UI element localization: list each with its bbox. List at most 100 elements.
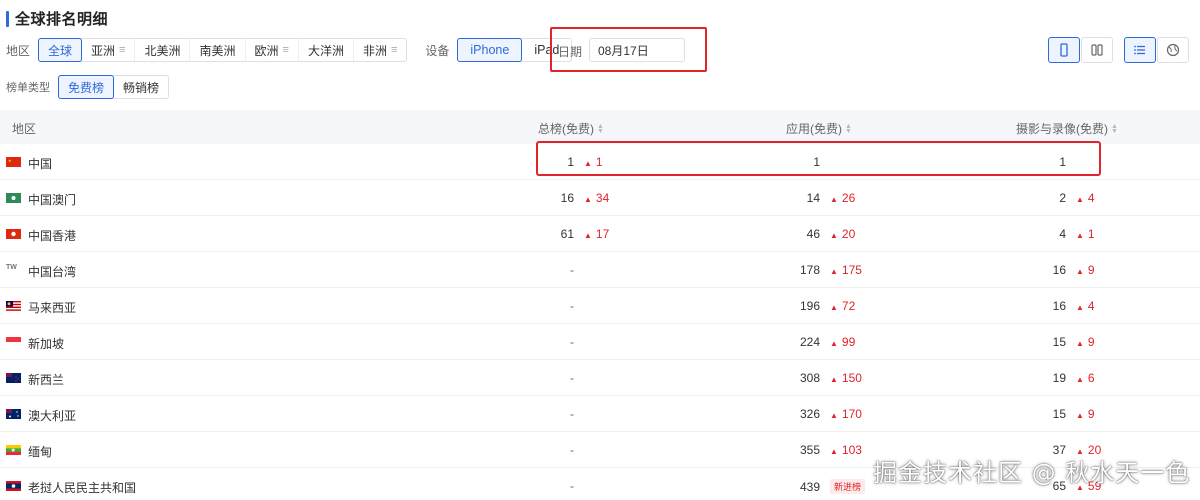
flag-icon: TW <box>6 264 17 271</box>
table-row[interactable]: 新西兰 - 308 ▲ 150 19 ▲ 6 <box>0 360 1200 396</box>
rank-change: ▲ 20 <box>830 227 856 241</box>
list-view-button[interactable] <box>1124 37 1156 63</box>
up-arrow-icon: ▲ <box>830 303 838 312</box>
split-view-button[interactable] <box>1081 37 1113 63</box>
watermark: 掘金技术社区 @ 秋水天一色 <box>873 459 1191 487</box>
region-name: 中国台湾 <box>28 265 77 279</box>
svg-text:★: ★ <box>8 158 12 163</box>
menu-icon[interactable]: ≡ <box>119 44 125 56</box>
rank-value: - <box>570 263 574 277</box>
map-view-button[interactable] <box>1157 37 1189 63</box>
phone-icon <box>1060 43 1068 57</box>
rank-cell: 1 ▲ 1 <box>534 155 602 169</box>
device-option[interactable]: iPhone <box>457 38 523 62</box>
up-arrow-icon: ▲ <box>830 231 838 240</box>
table-row[interactable]: 新加坡 - 224 ▲ 99 15 ▲ 9 <box>0 324 1200 360</box>
rank-value: 4 <box>1059 227 1066 241</box>
column-header-photo[interactable]: 摄影与录像(免费) ▲ ▼ <box>1016 120 1118 137</box>
page-title: 全球排名明细 <box>15 11 109 28</box>
rank-value: 196 <box>799 299 820 313</box>
up-arrow-icon: ▲ <box>830 195 838 204</box>
rank-change: ▲ 72 <box>830 299 856 313</box>
flag-icon <box>6 229 21 239</box>
region-device-filter-row: 地区 全球 亚洲 ≡ 北美洲 南美洲 欧洲 ≡ 大洋洲 非洲 ≡ 设备 iPhone iPad <box>6 38 573 62</box>
menu-icon[interactable]: ≡ <box>391 44 397 56</box>
columns-icon <box>1091 44 1103 56</box>
table-row[interactable]: TW 中国台湾 - 178 ▲ 175 16 ▲ 9 <box>0 252 1200 288</box>
rank-value: 16 <box>1052 299 1066 313</box>
list-icon <box>1134 45 1145 55</box>
rank-change: ▲ 17 <box>584 227 610 241</box>
region-name: 中国澳门 <box>28 193 77 207</box>
region-option[interactable]: 亚洲 ≡ <box>81 39 134 61</box>
sort-icon[interactable]: ▲ ▼ <box>1111 123 1118 135</box>
flag-icon <box>6 193 21 203</box>
rank-cell: - <box>534 371 574 385</box>
region-option[interactable]: 非洲 ≡ <box>352 39 406 61</box>
list-type-option[interactable]: 免费榜 <box>58 75 115 99</box>
list-type-label: 榜单类型 <box>6 82 50 94</box>
rank-value: 439 <box>799 479 820 494</box>
up-arrow-icon: ▲ <box>584 159 592 168</box>
up-arrow-icon: ▲ <box>584 231 592 240</box>
rank-cell: 196 ▲ 72 <box>780 299 855 313</box>
region-option[interactable]: 欧洲 ≡ <box>244 39 298 61</box>
flag-icon <box>6 409 21 419</box>
region-option[interactable]: 北美洲 <box>134 39 189 61</box>
table-row[interactable]: ★ 中国 1 ▲ 1 1 1 <box>0 144 1200 180</box>
rank-cell: - <box>534 443 574 457</box>
region-option-label: 大洋洲 <box>307 43 344 58</box>
rank-value: 16 <box>560 191 574 205</box>
flag-icon <box>6 481 21 491</box>
svg-text:★: ★ <box>11 447 16 454</box>
region-option[interactable]: 大洋洲 <box>297 39 353 61</box>
rank-change: ▲ 9 <box>1076 263 1095 277</box>
table-row[interactable]: 中国香港 61 ▲ 17 46 ▲ 20 4 ▲ 1 <box>0 216 1200 252</box>
rank-change: ▲ 170 <box>830 407 862 421</box>
rank-cell: - <box>534 407 574 421</box>
sort-icon[interactable]: ▲ ▼ <box>845 123 852 135</box>
rank-change: ▲ 1 <box>1076 227 1095 241</box>
rank-change: ▲ 9 <box>1076 407 1095 421</box>
column-header-total[interactable]: 总榜(免费) ▲ ▼ <box>538 120 604 137</box>
date-input[interactable] <box>589 38 685 62</box>
list-type-option[interactable]: 畅销榜 <box>113 76 168 98</box>
region-option[interactable]: 全球 <box>38 38 83 62</box>
rank-cell: 308 ▲ 150 <box>780 371 862 385</box>
rank-cell: - <box>534 335 574 349</box>
new-entry-badge: 新进榜 <box>830 479 866 494</box>
table-row[interactable]: 澳大利亚 - 326 ▲ 170 15 ▲ 9 <box>0 396 1200 432</box>
column-header-app[interactable]: 应用(免费) ▲ ▼ <box>786 120 852 137</box>
rank-value: 308 <box>799 371 820 385</box>
up-arrow-icon: ▲ <box>1076 375 1084 384</box>
column-header-region: 地区 <box>12 122 37 136</box>
rank-cell: 16 ▲ 4 <box>1026 299 1095 313</box>
region-option[interactable]: 南美洲 <box>189 39 244 61</box>
up-arrow-icon: ▲ <box>830 339 838 348</box>
up-arrow-icon: ▲ <box>830 411 838 420</box>
rank-cell: 16 ▲ 9 <box>1026 263 1095 277</box>
rank-value: 1 <box>567 155 574 169</box>
list-type-filter-row: 榜单类型 免费榜 畅销榜 <box>6 75 170 99</box>
sort-icon[interactable]: ▲ ▼ <box>597 123 604 135</box>
up-arrow-icon: ▲ <box>830 267 838 276</box>
rank-cell: 15 ▲ 9 <box>1026 407 1095 421</box>
rank-value: 224 <box>799 335 820 349</box>
rank-value: - <box>570 443 574 457</box>
rank-cell: 46 ▲ 20 <box>780 227 856 241</box>
table-row[interactable]: 马来西亚 - 196 ▲ 72 16 ▲ 4 <box>0 288 1200 324</box>
list-type-segmented-control: 免费榜 畅销榜 <box>58 75 170 99</box>
flag-icon <box>6 337 21 347</box>
region-option-label: 非洲 <box>362 43 387 58</box>
rank-value: 326 <box>799 407 820 421</box>
table-row[interactable]: 中国澳门 16 ▲ 34 14 ▲ 26 2 ▲ 4 <box>0 180 1200 216</box>
phone-view-button[interactable] <box>1048 37 1080 63</box>
rank-cell: 19 ▲ 6 <box>1026 371 1095 385</box>
rank-value: 61 <box>560 227 574 241</box>
rank-value: 14 <box>806 191 820 205</box>
section-title: 全球排名明细 <box>6 8 108 29</box>
menu-icon[interactable]: ≡ <box>283 44 289 56</box>
rank-value: 1 <box>1059 155 1066 169</box>
rank-cell: 1 <box>1026 155 1066 169</box>
rank-change: ▲ 6 <box>1076 371 1095 385</box>
